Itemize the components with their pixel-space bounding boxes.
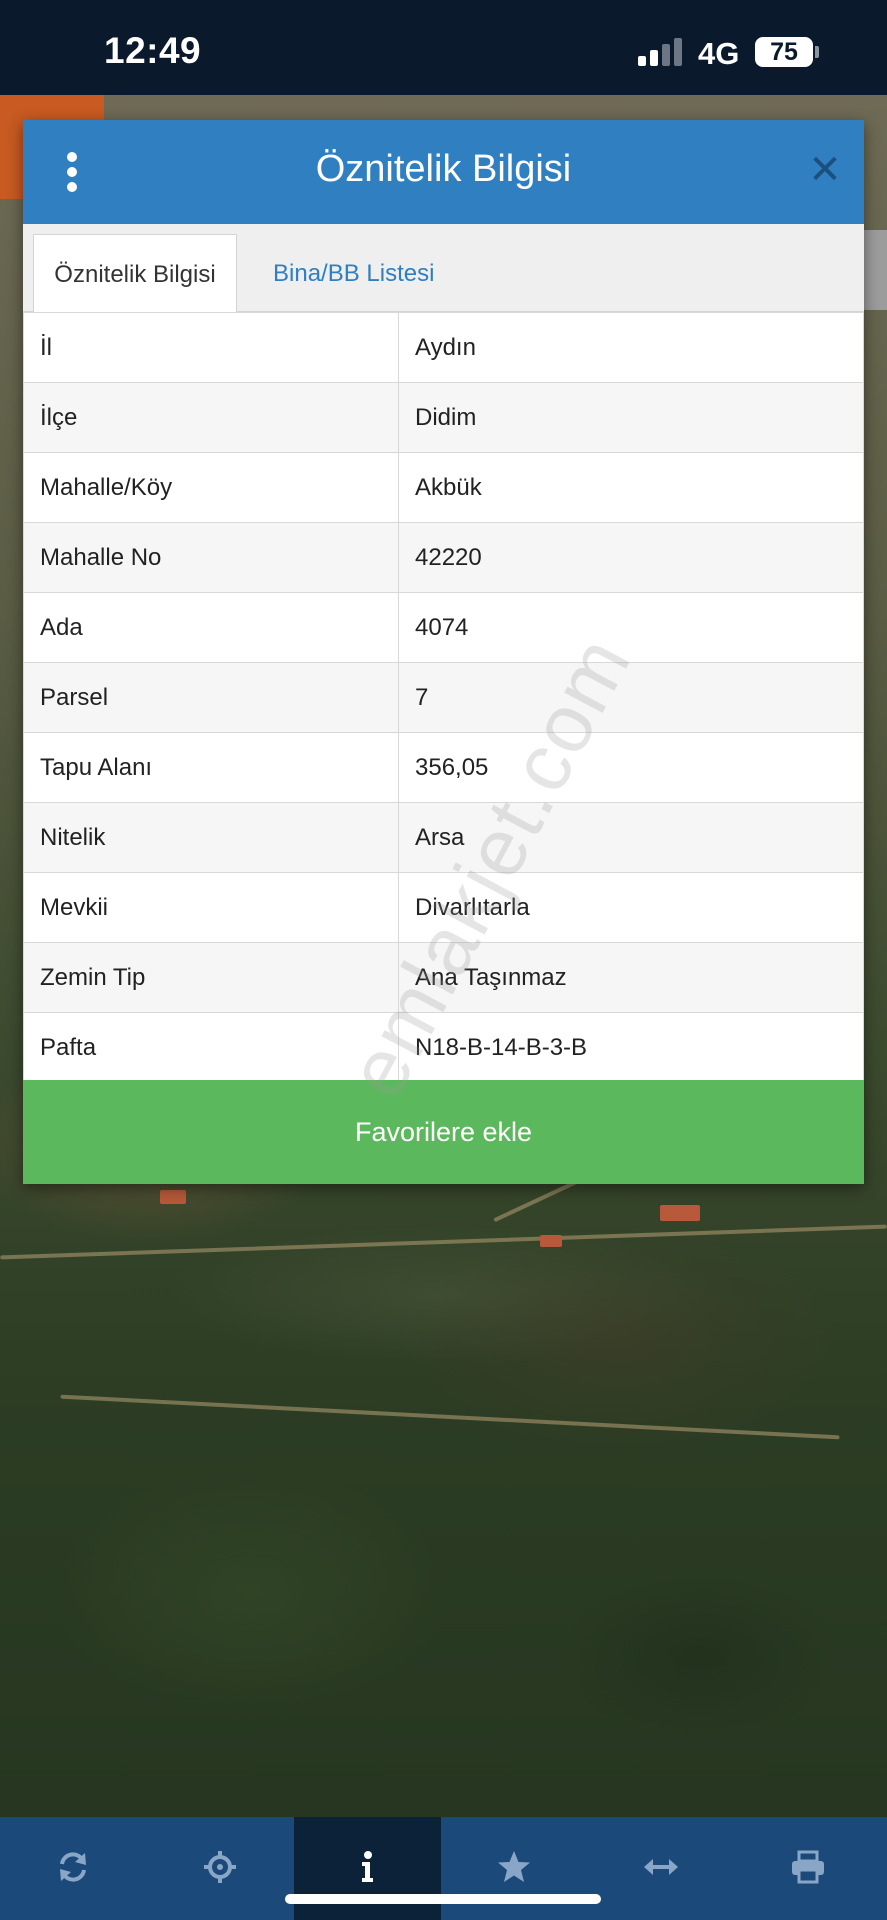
star-icon <box>498 1851 530 1882</box>
home-indicator[interactable] <box>285 1894 601 1904</box>
table-row: İl Aydın <box>23 312 864 383</box>
row-key: Mahalle/Köy <box>23 452 399 523</box>
battery-tip <box>815 46 819 58</box>
attribute-dialog: Öznitelik Bilgisi ✕ Öznitelik Bilgisi Bi… <box>23 120 864 1184</box>
favorites-button[interactable] <box>441 1817 588 1920</box>
table-row: Mahalle No 42220 <box>23 522 864 593</box>
row-key: İl <box>23 312 399 383</box>
row-value: Divarlıtarla <box>398 872 864 943</box>
row-value: Aydın <box>398 312 864 383</box>
map-road <box>60 1394 840 1440</box>
table-row: Parsel 7 <box>23 662 864 733</box>
row-key: İlçe <box>23 382 399 453</box>
refresh-button[interactable] <box>0 1817 147 1920</box>
status-bar: 12:49 4G 75 <box>0 0 887 95</box>
add-to-favorites-button[interactable]: Favorilere ekle <box>23 1080 864 1184</box>
map-building <box>540 1235 562 1247</box>
table-row: Zemin Tip Ana Taşınmaz <box>23 942 864 1013</box>
table-row: Nitelik Arsa <box>23 802 864 873</box>
map-feature <box>861 230 887 310</box>
row-value: N18-B-14-B-3-B <box>398 1012 864 1083</box>
row-value: 4074 <box>398 592 864 663</box>
table-row: İlçe Didim <box>23 382 864 453</box>
map-road <box>0 1224 887 1260</box>
row-value: Didim <box>398 382 864 453</box>
table-row: Ada 4074 <box>23 592 864 663</box>
tab-building-list[interactable]: Bina/BB Listesi <box>255 234 452 313</box>
info-icon <box>362 1851 373 1882</box>
map-building <box>660 1205 700 1221</box>
refresh-icon <box>60 1852 86 1882</box>
close-icon[interactable]: ✕ <box>805 150 845 190</box>
row-key: Parsel <box>23 662 399 733</box>
row-key: Mahalle No <box>23 522 399 593</box>
table-row: Mahalle/Köy Akbük <box>23 452 864 523</box>
signal-icon <box>638 38 686 66</box>
table-row: Pafta N18-B-14-B-3-B <box>23 1012 864 1083</box>
locate-icon <box>204 1851 236 1883</box>
status-time: 12:49 <box>104 30 202 71</box>
print-button[interactable] <box>735 1817 882 1920</box>
dialog-header: Öznitelik Bilgisi ✕ <box>23 120 864 224</box>
row-value: Akbük <box>398 452 864 523</box>
network-label: 4G <box>698 36 740 71</box>
row-key: Nitelik <box>23 802 399 873</box>
row-key: Mevkii <box>23 872 399 943</box>
row-value: 7 <box>398 662 864 733</box>
row-key: Ada <box>23 592 399 663</box>
dialog-title: Öznitelik Bilgisi <box>315 148 572 190</box>
battery-icon: 75 <box>755 37 813 67</box>
row-key: Zemin Tip <box>23 942 399 1013</box>
table-row: Tapu Alanı 356,05 <box>23 732 864 803</box>
locate-button[interactable] <box>147 1817 294 1920</box>
tab-attribute-info[interactable]: Öznitelik Bilgisi <box>33 234 237 313</box>
row-key: Pafta <box>23 1012 399 1083</box>
row-value: Arsa <box>398 802 864 873</box>
map-building <box>160 1190 186 1204</box>
row-value: 42220 <box>398 522 864 593</box>
attribute-table: İl Aydın İlçe Didim Mahalle/Köy Akbük Ma… <box>23 312 864 1083</box>
row-key: Tapu Alanı <box>23 732 399 803</box>
measure-button[interactable] <box>588 1817 735 1920</box>
measure-icon <box>644 1859 678 1875</box>
info-button[interactable] <box>294 1817 441 1920</box>
row-value: Ana Taşınmaz <box>398 942 864 1013</box>
print-icon <box>792 1850 824 1884</box>
bottom-toolbar <box>0 1817 887 1920</box>
table-row: Mevkii Divarlıtarla <box>23 872 864 943</box>
row-value: 356,05 <box>398 732 864 803</box>
tab-bar: Öznitelik Bilgisi Bina/BB Listesi <box>23 224 864 313</box>
